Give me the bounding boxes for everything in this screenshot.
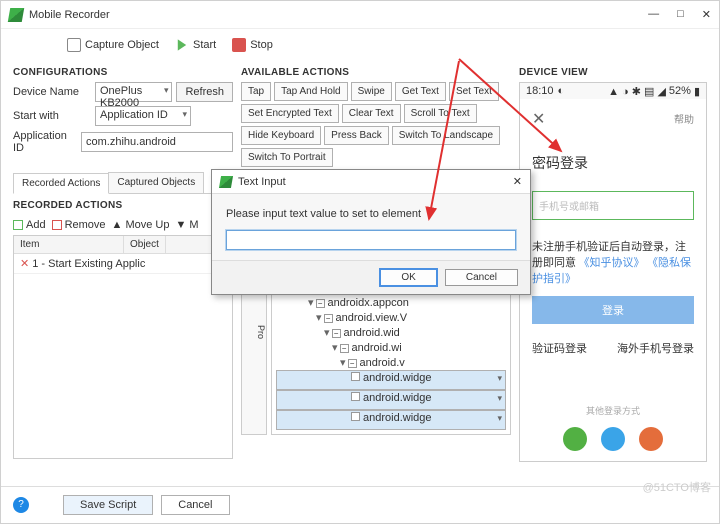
available-actions-heading: AVAILABLE ACTIONS: [241, 67, 511, 78]
window-title: Mobile Recorder: [29, 9, 110, 21]
available-actions: TapTap And HoldSwipeGet TextSet Text Set …: [241, 82, 511, 167]
dialog-text-input[interactable]: [226, 230, 516, 250]
tab-recorded-actions[interactable]: Recorded Actions: [13, 173, 109, 194]
status-app-icon: ◐: [558, 85, 565, 97]
trash-icon: [52, 220, 62, 230]
device-phone-input[interactable]: 手机号或邮箱: [532, 191, 694, 220]
dialog-close-icon[interactable]: ✕: [513, 175, 522, 188]
action-chip-press-back[interactable]: Press Back: [324, 126, 389, 145]
status-time: 18:10: [526, 85, 554, 97]
device-preview: 18:10 ◐ ▲ ◑ ✱ ▤ ◢52%▮ ✕ 帮助 密码登录 手机号或邮箱 未…: [519, 82, 707, 462]
toolbar: Capture Object Start Stop: [1, 29, 719, 61]
tree-node[interactable]: android.widge: [276, 410, 506, 430]
device-page-title: 密码登录: [532, 153, 694, 173]
maximize-button[interactable]: □: [677, 8, 684, 21]
status-bar: 18:10 ◐ ▲ ◑ ✱ ▤ ◢52%▮: [520, 83, 706, 99]
refresh-button[interactable]: Refresh: [176, 82, 233, 102]
device-view-heading: DEVICE VIEW: [519, 67, 707, 78]
device-help-link[interactable]: 帮助: [674, 111, 694, 126]
tree-node[interactable]: ▾−android.wid: [276, 325, 506, 340]
wechat-login-icon[interactable]: [563, 427, 587, 451]
footer: ? Save Script Cancel: [1, 486, 719, 523]
play-icon: [175, 38, 189, 52]
action-chip-tap-and-hold[interactable]: Tap And Hold: [274, 82, 348, 101]
title-bar: Mobile Recorder — □ ✕: [1, 1, 719, 29]
arrow-up-icon: ▲: [112, 219, 123, 231]
application-id-input[interactable]: [81, 132, 233, 152]
action-chip-switch-to-portrait[interactable]: Switch To Portrait: [241, 148, 333, 167]
action-chip-get-text[interactable]: Get Text: [395, 82, 446, 101]
help-icon[interactable]: ?: [13, 497, 29, 513]
app-logo-icon: [8, 8, 24, 22]
action-chip-switch-to-landscape[interactable]: Switch To Landscape: [392, 126, 500, 145]
qq-login-icon[interactable]: [601, 427, 625, 451]
device-login-button[interactable]: 登录: [532, 296, 694, 324]
dialog-logo-icon: [219, 176, 233, 188]
table-row[interactable]: ✕1 - Start Existing Applic: [14, 254, 232, 274]
stop-button[interactable]: Stop: [226, 35, 279, 55]
start-button[interactable]: Start: [169, 35, 222, 55]
arrow-down-icon: ▼: [175, 219, 186, 231]
tree-node[interactable]: android.widge: [276, 390, 506, 410]
dialog-cancel-button[interactable]: Cancel: [445, 269, 518, 286]
dialog-title: Text Input: [238, 176, 286, 188]
start-with-select[interactable]: Application ID: [95, 106, 191, 126]
device-alt-label: 其他登录方式: [532, 404, 694, 417]
save-script-button[interactable]: Save Script: [63, 495, 153, 515]
start-with-label: Start with: [13, 110, 91, 122]
tree-node[interactable]: ▾−android.v: [276, 355, 506, 370]
action-chip-clear-text[interactable]: Clear Text: [342, 104, 401, 123]
plus-icon: [13, 220, 23, 230]
tree-node[interactable]: android.widge: [276, 370, 506, 390]
action-chip-set-encrypted-text[interactable]: Set Encrypted Text: [241, 104, 339, 123]
device-name-label: Device Name: [13, 86, 91, 98]
action-chip-tap[interactable]: Tap: [241, 82, 271, 101]
weibo-login-icon[interactable]: [639, 427, 663, 451]
minimize-button[interactable]: —: [648, 8, 659, 21]
move-down-button[interactable]: ▼M: [175, 219, 198, 231]
dialog-ok-button[interactable]: OK: [380, 269, 436, 286]
dialog-prompt: Please input text value to set to elemen…: [226, 208, 516, 220]
col-item: Item: [14, 236, 124, 253]
configurations-heading: CONFIGURATIONS: [13, 67, 233, 78]
stop-icon: [232, 38, 246, 52]
move-up-button[interactable]: ▲Move Up: [112, 219, 170, 231]
cancel-button[interactable]: Cancel: [161, 495, 229, 515]
tab-captured-objects[interactable]: Captured Objects: [108, 172, 204, 193]
battery-icon: ▮: [694, 85, 700, 98]
camera-icon: [67, 38, 81, 52]
text-input-dialog: Text Input ✕ Please input text value to …: [211, 169, 531, 295]
recorded-actions-grid[interactable]: ItemObject ✕1 - Start Existing Applic: [13, 235, 233, 459]
device-close-icon[interactable]: ✕: [532, 111, 545, 128]
col-object: Object: [124, 236, 166, 253]
tree-node[interactable]: ▾−android.view.V: [276, 310, 506, 325]
action-chip-hide-keyboard[interactable]: Hide Keyboard: [241, 126, 321, 145]
battery-text: 52%: [669, 85, 691, 97]
application-id-label: Application ID: [13, 130, 77, 154]
tree-node[interactable]: ▾−android.wi: [276, 340, 506, 355]
add-action-button[interactable]: Add: [13, 219, 46, 231]
device-hint: 未注册手机验证后自动登录，注册即同意 《知乎协议》 《隐私保护指引》: [532, 238, 694, 286]
device-code-login[interactable]: 验证码登录: [532, 340, 587, 356]
wifi-icon: ▲ ◑ ✱ ▤ ◢: [608, 85, 666, 98]
watermark: @51CTO博客: [643, 479, 711, 495]
action-chip-scroll-to-text[interactable]: Scroll To Text: [404, 104, 477, 123]
device-name-select[interactable]: OnePlus KB2000 (Android 11: [95, 82, 172, 102]
capture-object-button[interactable]: Capture Object: [61, 35, 165, 55]
remove-action-button[interactable]: Remove: [52, 219, 106, 231]
close-button[interactable]: ✕: [702, 8, 711, 21]
action-chip-swipe[interactable]: Swipe: [351, 82, 392, 101]
device-overseas-login[interactable]: 海外手机号登录: [617, 340, 694, 356]
action-chip-set-text[interactable]: Set Text: [449, 82, 499, 101]
x-icon: ✕: [20, 258, 29, 270]
tree-node[interactable]: ▾−androidx.appcon: [276, 295, 506, 310]
recorded-actions-heading: RECORDED ACTIONS: [13, 200, 233, 211]
